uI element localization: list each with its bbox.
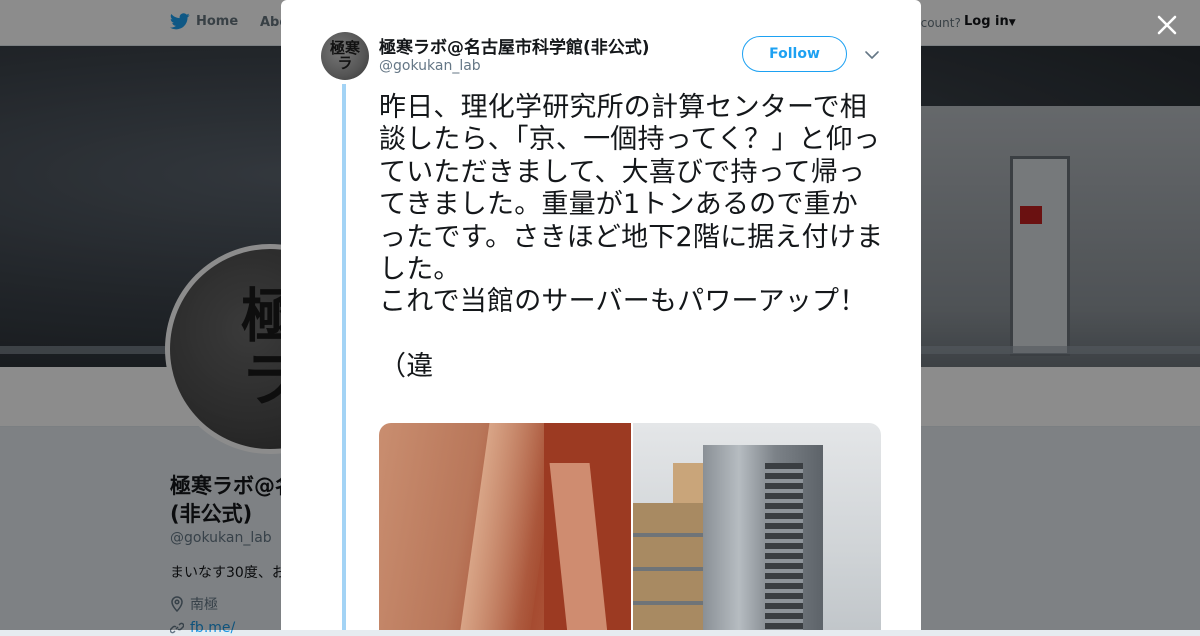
thread-connector-line	[342, 84, 346, 630]
tweet-author-avatar-glyph: 極寒 ラ	[329, 39, 360, 72]
tweet-photo-2[interactable]	[633, 423, 881, 630]
close-icon	[1157, 15, 1177, 35]
tweet-text: 昨日、理化学研究所の計算センターで相談したら、「京、一個持ってく？」と仰っていた…	[379, 92, 884, 383]
photo-2-server-rack	[703, 445, 823, 630]
tweet-author-avatar[interactable]: 極寒 ラ	[321, 32, 369, 80]
tweet-media	[379, 423, 881, 630]
tweet-author-handle[interactable]: @gokukan_lab	[379, 58, 481, 74]
tweet-photo-1[interactable]	[379, 423, 631, 630]
photo-2-server-rack-panel	[765, 463, 803, 630]
more-options-button[interactable]	[863, 46, 881, 64]
tweet-modal: 極寒 ラ 極寒ラボ@名古屋市科学館(非公式) @gokukan_lab Foll…	[281, 0, 921, 630]
photo-2-shelf	[633, 503, 703, 630]
chevron-down-icon	[865, 51, 879, 59]
follow-button[interactable]: Follow	[742, 36, 847, 72]
close-button[interactable]	[1154, 12, 1180, 38]
tweet-author-name[interactable]: 極寒ラボ@名古屋市科学館(非公式)	[379, 33, 650, 58]
